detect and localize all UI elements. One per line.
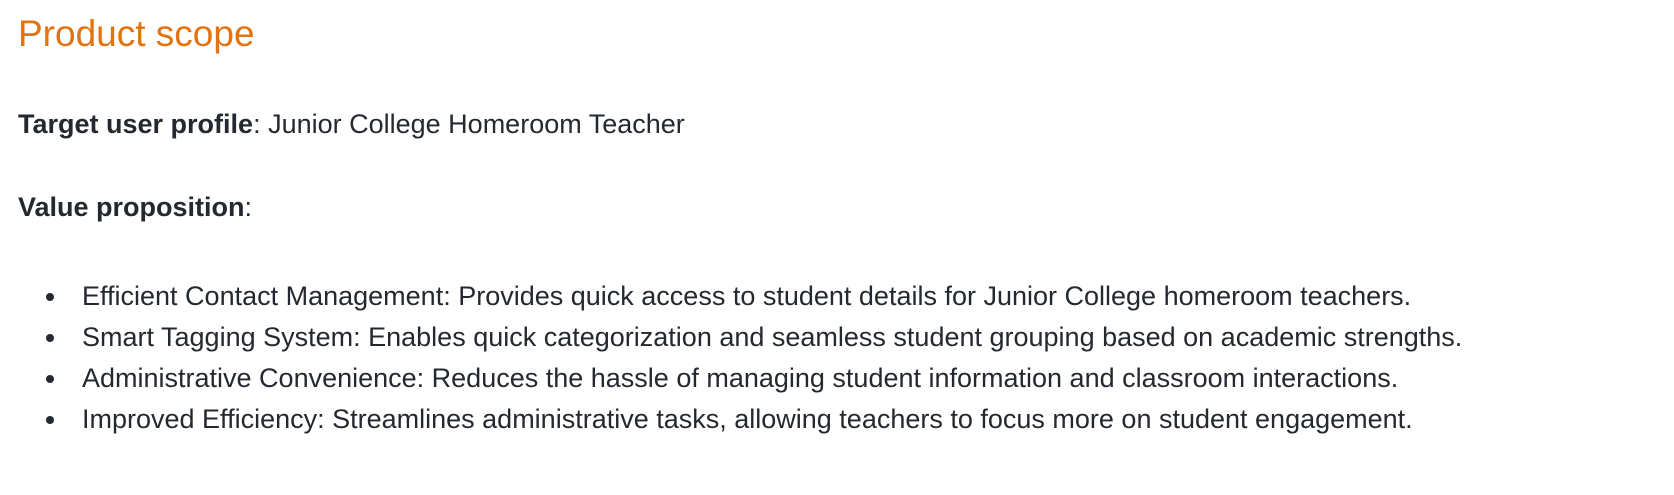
bullet-icon — [46, 416, 54, 424]
section-title: Product scope — [18, 13, 255, 54]
list-item-text: Smart Tagging System: Enables quick cate… — [82, 322, 1463, 352]
target-user-separator: : — [253, 109, 261, 139]
document-page: Product scope Target user profile: Junio… — [0, 0, 1674, 495]
bullet-icon — [46, 375, 54, 383]
list-item-text: Administrative Convenience: Reduces the … — [82, 363, 1399, 393]
value-proposition-label: Value proposition — [18, 192, 245, 222]
list-item-text: Efficient Contact Management: Provides q… — [82, 281, 1412, 311]
target-user-label: Target user profile — [18, 109, 254, 139]
bullet-icon — [46, 293, 54, 301]
target-user-value: Junior College Homeroom Teacher — [260, 109, 685, 139]
value-proposition-separator: : — [244, 192, 253, 222]
target-user-profile: Target user profile: Junior College Home… — [18, 107, 685, 142]
value-proposition-heading: Value proposition: — [18, 190, 252, 225]
bullet-icon — [46, 334, 54, 342]
list-item-text: Improved Efficiency: Streamlines adminis… — [82, 404, 1413, 434]
